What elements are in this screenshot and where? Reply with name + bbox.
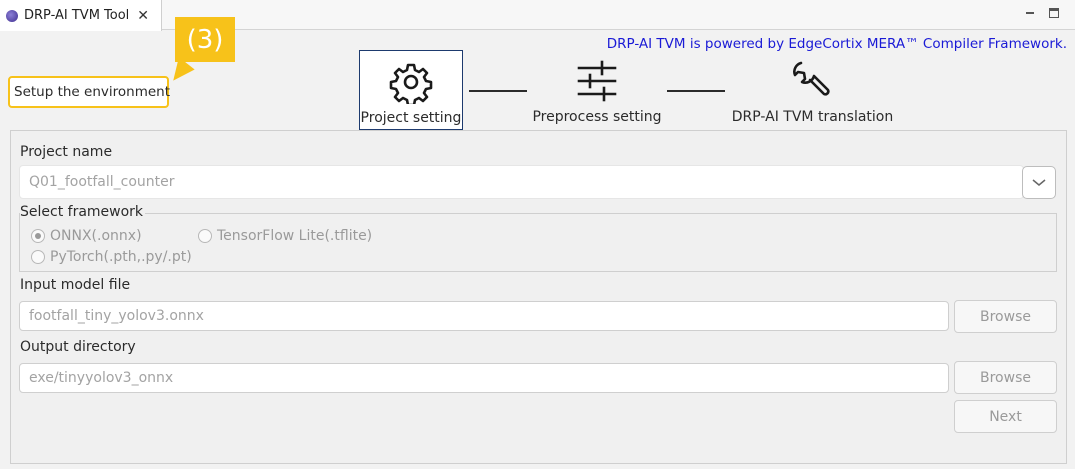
step-drp-ai-tvm-translation[interactable]: DRP-AI TVM translation: [725, 50, 900, 130]
browse-output-directory-button[interactable]: Browse: [954, 361, 1057, 394]
project-name-dropdown-button[interactable]: [1022, 166, 1056, 199]
project-name-combo[interactable]: Q01_footfall_counter: [19, 165, 1024, 199]
step-connector: [667, 90, 725, 92]
project-setting-panel: Project name Q01_footfall_counter Select…: [10, 130, 1067, 464]
eclipse-app-icon: [6, 9, 18, 22]
radio-tflite-label: TensorFlow Lite(.tflite): [217, 228, 373, 244]
tab-drp-ai-tvm-tool[interactable]: DRP-AI TVM Tool ✕: [0, 0, 162, 31]
tool-content: DRP-AI TVM is powered by EdgeCortix MERA…: [0, 17, 1075, 469]
maximize-icon[interactable]: [1049, 8, 1059, 18]
step-preprocess-setting[interactable]: Preprocess setting: [527, 50, 667, 130]
radio-tflite[interactable]: [198, 229, 212, 243]
output-directory-label: Output directory: [20, 339, 136, 355]
minimize-icon[interactable]: [1024, 7, 1036, 19]
radio-onnx[interactable]: [31, 229, 45, 243]
step-connector: [469, 90, 527, 92]
step-label: Preprocess setting: [532, 109, 662, 125]
gear-icon: [389, 63, 433, 104]
wrench-icon: [792, 61, 830, 96]
radio-pytorch[interactable]: [31, 250, 45, 264]
sliders-icon: [577, 60, 617, 102]
framework-group-title: Select framework: [20, 204, 146, 220]
step-label: DRP-AI TVM translation: [731, 109, 894, 125]
radio-onnx-label: ONNX(.onnx): [50, 228, 142, 244]
step-label: Project setting: [360, 110, 462, 126]
step-callout-badge: (3): [175, 17, 235, 62]
setup-environment-label: Setup the environment: [8, 76, 170, 108]
input-model-label: Input model file: [20, 277, 131, 293]
chevron-down-icon: [1032, 178, 1046, 186]
close-icon[interactable]: ✕: [137, 8, 149, 24]
output-directory-field[interactable]: exe/tinyyolov3_onnx: [19, 363, 949, 393]
tab-title: DRP-AI TVM Tool: [24, 8, 130, 23]
browse-input-model-button[interactable]: Browse: [954, 300, 1057, 333]
project-name-label: Project name: [20, 144, 113, 160]
radio-pytorch-label: PyTorch(.pth,.py/.pt): [50, 249, 192, 265]
next-button[interactable]: Next: [954, 400, 1057, 433]
input-model-field[interactable]: footfall_tiny_yolov3.onnx: [19, 301, 949, 331]
step-project-setting[interactable]: Project setting: [359, 50, 463, 130]
editor-tab-bar: DRP-AI TVM Tool ✕: [0, 0, 1075, 31]
